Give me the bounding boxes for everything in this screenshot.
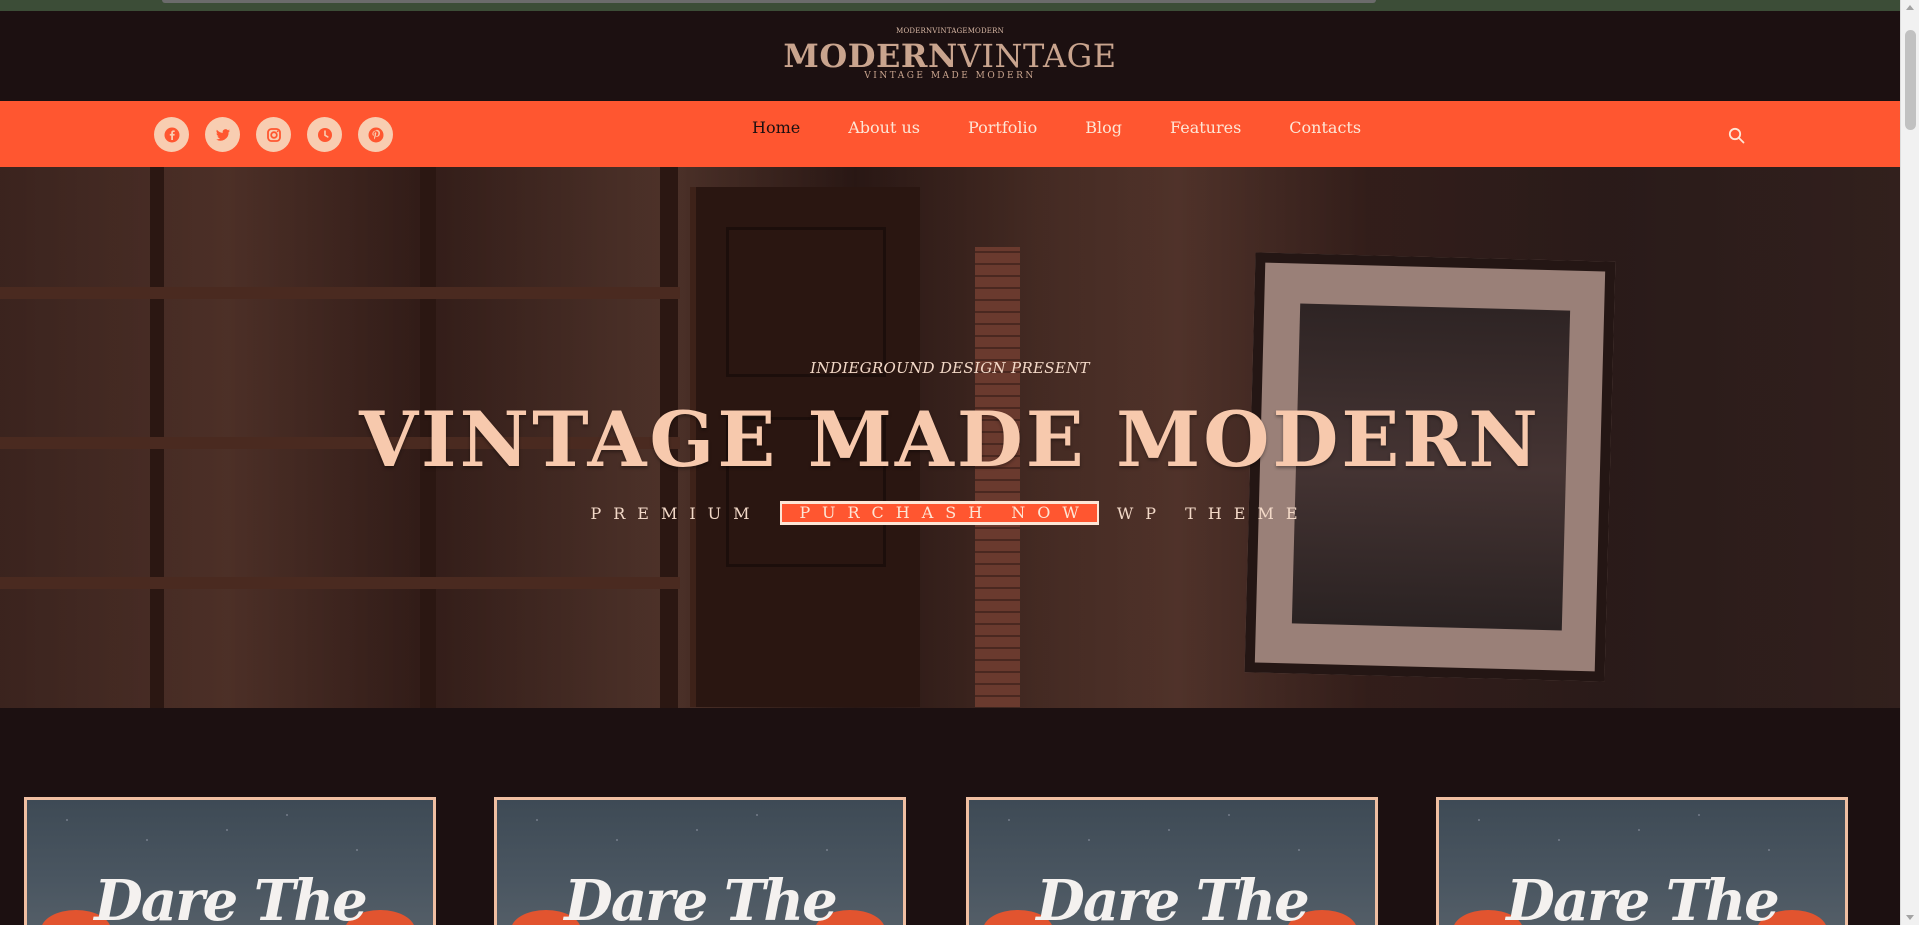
purchase-button[interactable]: PURCHASH NOW — [779, 501, 1099, 525]
card-script-text: Dare The — [1036, 868, 1310, 925]
instagram-icon — [266, 127, 281, 142]
menu-item-about-us[interactable]: About us — [848, 118, 920, 137]
facebook-link[interactable] — [154, 117, 189, 152]
hero-subline: PREMIUM PURCHASH NOW WP THEME — [0, 501, 1900, 525]
hero-banner: INDIEGROUND DESIGN PRESENT VINTAGE MADE … — [0, 167, 1900, 708]
menu-item-blog[interactable]: Blog — [1085, 118, 1122, 137]
hero-sub-right: WP THEME — [1116, 503, 1310, 523]
logo-light: VINTAGE — [957, 37, 1117, 75]
pinterest-link[interactable] — [358, 117, 393, 152]
twitter-icon — [215, 128, 230, 141]
social-links — [154, 117, 393, 152]
page-scrollbar[interactable] — [1900, 0, 1919, 925]
card-script-text: Dare The — [564, 868, 838, 925]
card-script-text: Dare The — [94, 868, 368, 925]
main-navbar: Home About us Portfolio Blog Features Co… — [0, 101, 1900, 167]
logo-bold: MODERN — [783, 37, 958, 75]
main-menu: Home About us Portfolio Blog Features Co… — [752, 118, 1409, 137]
scroll-up-arrow-icon[interactable] — [1906, 5, 1914, 10]
facebook-icon — [164, 127, 179, 142]
pinterest-icon — [368, 127, 383, 142]
hero-title: VINTAGE MADE MODERN — [359, 395, 1541, 484]
site-tagline: VINTAGE MADE MODERN — [864, 71, 1036, 81]
clock-link[interactable] — [307, 117, 342, 152]
brand-small-text: MODERNVINTAGEMODERN — [896, 27, 1004, 35]
portfolio-cards: Dare The Dare The Dare The Dare The — [24, 797, 1884, 925]
hero-sub-left: PREMIUM — [590, 503, 762, 523]
search-button[interactable] — [1725, 124, 1747, 146]
card-script-text: Dare The — [1506, 868, 1780, 925]
scrollbar-thumb[interactable] — [1905, 30, 1916, 130]
menu-item-features[interactable]: Features — [1170, 118, 1241, 137]
search-icon — [1728, 127, 1744, 143]
portfolio-card[interactable]: Dare The — [966, 797, 1378, 925]
menu-item-contacts[interactable]: Contacts — [1289, 118, 1361, 137]
instagram-link[interactable] — [256, 117, 291, 152]
clock-icon — [317, 127, 332, 142]
menu-item-portfolio[interactable]: Portfolio — [968, 118, 1037, 137]
portfolio-card[interactable]: Dare The — [1436, 797, 1848, 925]
menu-item-home[interactable]: Home — [752, 118, 800, 137]
shelf — [0, 287, 680, 299]
site-header: MODERNVINTAGEMODERN MODERNVINTAGE VINTAG… — [0, 11, 1900, 101]
page: MODERNVINTAGEMODERN MODERNVINTAGE VINTAG… — [0, 11, 1900, 925]
scroll-down-arrow-icon[interactable] — [1906, 915, 1914, 920]
portfolio-card[interactable]: Dare The — [494, 797, 906, 925]
site-logo[interactable]: MODERNVINTAGE — [0, 37, 1900, 75]
shelf — [0, 577, 680, 589]
hero-kicker: INDIEGROUND DESIGN PRESENT — [810, 359, 1090, 377]
browser-top-strip — [0, 0, 1900, 11]
door-panel — [726, 227, 886, 377]
twitter-link[interactable] — [205, 117, 240, 152]
browser-top-bar — [162, 0, 1376, 3]
portfolio-card[interactable]: Dare The — [24, 797, 436, 925]
